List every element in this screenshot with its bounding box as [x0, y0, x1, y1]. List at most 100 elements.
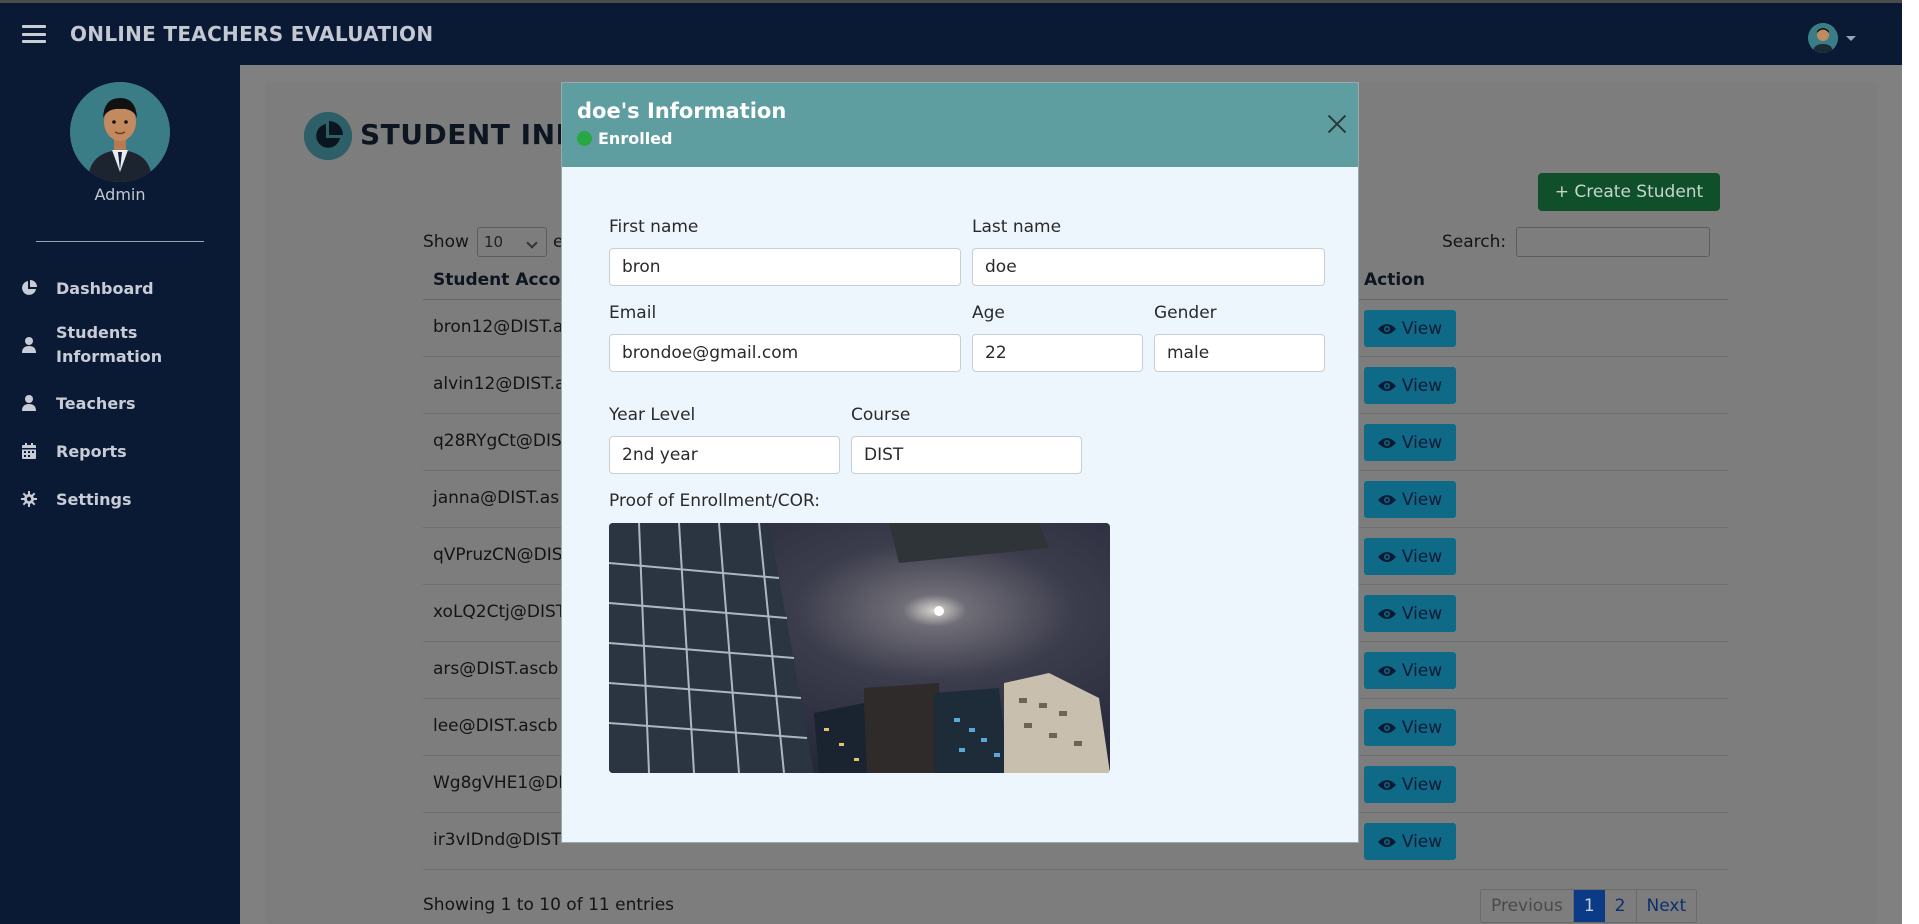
last-name-field[interactable]: doe [972, 248, 1325, 286]
view-button-label: View [1401, 375, 1443, 396]
student-account-cell: lee@DIST.ascb [433, 716, 558, 736]
pie-chart-icon [20, 279, 38, 297]
sidebar-item-reports[interactable]: Reports [0, 427, 240, 475]
column-header-action: Action [1364, 270, 1425, 290]
sidebar-item-label: Teachers [56, 393, 136, 413]
student-account-cell: bron12@DIST.a [433, 317, 564, 337]
last-name-label: Last name [972, 217, 1062, 237]
sidebar-item-students-information[interactable]: Students Information [0, 311, 240, 379]
view-button-label: View [1401, 774, 1443, 795]
sidebar-item-dashboard[interactable]: Dashboard [0, 265, 240, 311]
pie-chart-icon [304, 112, 352, 160]
modal-header: doe's Information Enrolled [562, 83, 1358, 167]
first-name-label: First name [609, 217, 699, 237]
first-name-field[interactable]: bron [609, 248, 961, 286]
student-account-cell: xoLQ2Ctj@DIST [433, 602, 567, 622]
chevron-down-icon [1846, 35, 1856, 41]
student-account-cell: ir3vIDnd@DIST [433, 830, 562, 850]
view-button[interactable]: View [1364, 481, 1456, 518]
entries-per-page-select[interactable]: 10 [477, 227, 547, 257]
course-field[interactable]: DIST [851, 436, 1082, 474]
gender-label: Gender [1154, 303, 1217, 323]
view-button[interactable]: View [1364, 595, 1456, 632]
gear-icon [20, 490, 38, 508]
eye-icon [1377, 608, 1396, 619]
view-button-label: View [1401, 831, 1443, 852]
student-account-cell: janna@DIST.as [433, 488, 560, 508]
student-account-cell: alvin12@DIST.a [433, 374, 566, 394]
top-navbar: ONLINE TEACHERS EVALUATION [0, 0, 1902, 65]
proof-of-enrollment-image[interactable] [609, 523, 1110, 773]
view-button-label: View [1401, 546, 1443, 567]
entries-per-page-value: 10 [484, 233, 504, 251]
user-menu[interactable] [1808, 23, 1856, 53]
view-button[interactable]: View [1364, 424, 1456, 461]
eye-icon [1377, 323, 1396, 334]
pagination-next[interactable]: Next [1637, 890, 1697, 922]
student-info-modal: doe's Information Enrolled First name br… [561, 82, 1359, 843]
pagination-page-2[interactable]: 2 [1605, 890, 1637, 922]
view-button[interactable]: View [1364, 709, 1456, 746]
user-icon [20, 336, 38, 354]
search-label: Search: [1442, 232, 1507, 252]
modal-title: doe's Information [577, 99, 787, 123]
view-button[interactable]: View [1364, 823, 1456, 860]
user-icon [20, 394, 38, 412]
sidebar-item-teachers[interactable]: Teachers [0, 379, 240, 427]
student-account-cell: qVPruzCN@DIS [433, 545, 563, 565]
email-field[interactable]: brondoe@gmail.com [609, 334, 961, 372]
calendar-icon [20, 442, 38, 460]
sidebar-item-label: Dashboard [56, 278, 154, 298]
view-button[interactable]: View [1364, 310, 1456, 347]
gender-field[interactable]: male [1154, 334, 1325, 372]
hamburger-menu-icon[interactable] [22, 25, 46, 43]
age-label: Age [972, 303, 1005, 323]
sidebar-item-label: Reports [56, 441, 127, 461]
pagination-previous[interactable]: Previous [1481, 890, 1574, 922]
email-label: Email [609, 303, 657, 323]
student-account-cell: q28RYgCt@DIS [433, 431, 562, 451]
age-field[interactable]: 22 [972, 334, 1143, 372]
column-header-student-account[interactable]: Student Accou [433, 270, 572, 290]
sidebar-user-name: Admin [94, 185, 146, 204]
sidebar-item-label: Settings [56, 489, 132, 509]
view-button-label: View [1401, 717, 1443, 738]
app-title: ONLINE TEACHERS EVALUATION [70, 22, 434, 46]
view-button[interactable]: View [1364, 652, 1456, 689]
close-icon[interactable] [1326, 113, 1348, 135]
avatar [1808, 23, 1838, 53]
view-button[interactable]: View [1364, 766, 1456, 803]
proof-label: Proof of Enrollment/COR: [609, 491, 820, 511]
eye-icon [1377, 665, 1396, 676]
pagination-page-1[interactable]: 1 [1573, 890, 1605, 922]
sidebar-item-settings[interactable]: Settings [0, 475, 240, 523]
show-entries-label: Show [423, 232, 469, 252]
year-level-field[interactable]: 2nd year [609, 436, 840, 474]
view-button-label: View [1401, 660, 1443, 681]
view-button[interactable]: View [1364, 367, 1456, 404]
pagination: Previous 1 2 Next [1480, 889, 1698, 923]
student-account-cell: Wg8gVHE1@DIS [433, 773, 575, 793]
eye-icon [1377, 551, 1396, 562]
view-button[interactable]: View [1364, 538, 1456, 575]
eye-icon [1377, 836, 1396, 847]
admin-avatar [70, 82, 170, 182]
year-level-label: Year Level [609, 405, 696, 425]
status-dot-icon [577, 131, 592, 146]
eye-icon [1377, 722, 1396, 733]
create-student-button[interactable]: + Create Student [1538, 173, 1720, 211]
view-button-label: View [1401, 318, 1443, 339]
sidebar: Admin Dashboard Students Information Tea… [0, 65, 240, 924]
status-badge: Enrolled [577, 129, 672, 148]
eye-icon [1377, 779, 1396, 790]
student-account-cell: ars@DIST.ascb [433, 659, 559, 679]
sidebar-item-label: Students Information [56, 323, 163, 366]
eye-icon [1377, 380, 1396, 391]
sidebar-nav: Dashboard Students Information Teachers … [0, 265, 240, 523]
status-text: Enrolled [598, 129, 673, 148]
view-button-label: View [1401, 603, 1443, 624]
table-info: Showing 1 to 10 of 11 entries [423, 895, 675, 915]
view-button-label: View [1401, 489, 1443, 510]
sidebar-divider [36, 241, 204, 242]
search-input[interactable] [1516, 227, 1710, 257]
